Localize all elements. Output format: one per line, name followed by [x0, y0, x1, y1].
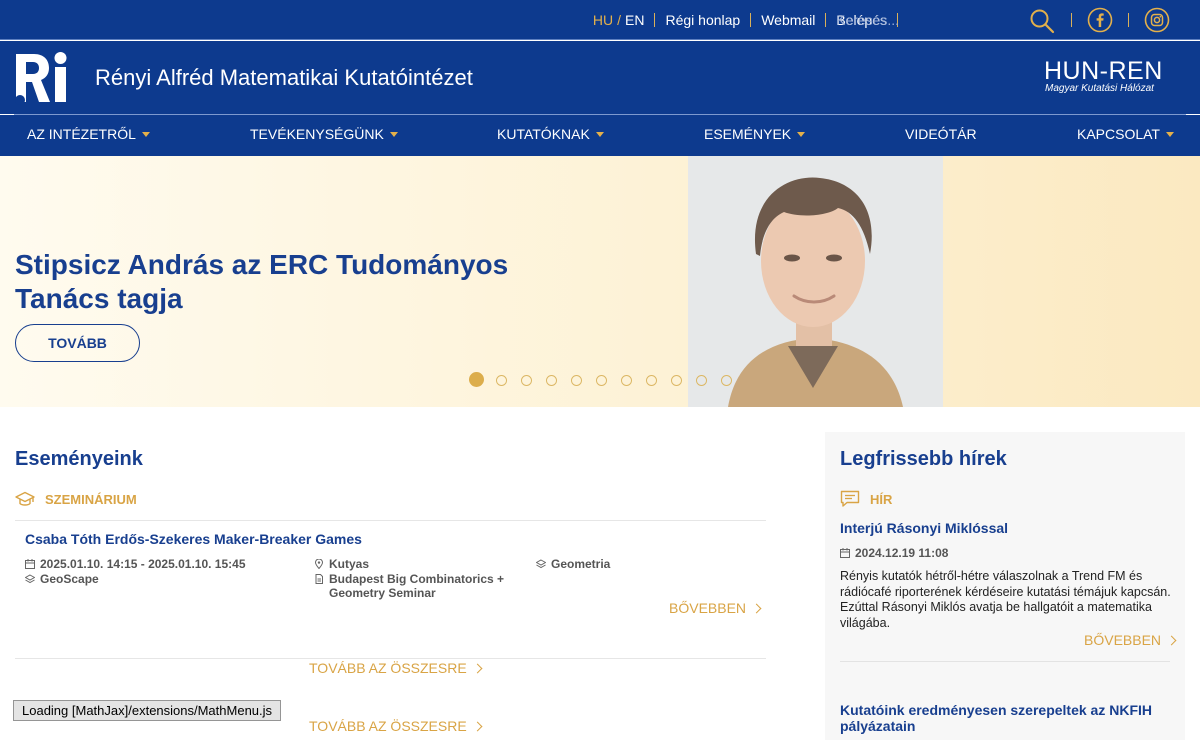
nav-item-for-researchers[interactable]: KUTATÓKNAK	[497, 115, 604, 156]
calendar-icon	[25, 559, 35, 569]
nav-item-events[interactable]: ESEMÉNYEK	[704, 115, 806, 156]
instagram-icon[interactable]	[1144, 7, 1170, 33]
news-item-title-link[interactable]: Interjú Rásonyi Miklóssal	[840, 520, 1008, 536]
calendar-icon	[840, 548, 850, 558]
top-link-separator	[825, 13, 827, 27]
seminar-category-label[interactable]: SZEMINÁRIUM	[45, 492, 137, 507]
nav-label: VIDEÓTÁR	[905, 126, 977, 142]
old-site-link[interactable]: Régi honlap	[665, 12, 740, 28]
event-series: Budapest Big Combinatorics + Geometry Se…	[314, 572, 524, 600]
all-events-label: TOVÁBB AZ ÖSSZESRE	[309, 660, 467, 676]
event-topic: Geometria	[536, 557, 736, 571]
caret-down-icon	[595, 132, 604, 137]
divider	[840, 661, 1170, 662]
events-section-title: Eseményeink	[15, 448, 143, 470]
event-topic-text: Geometria	[551, 557, 611, 571]
chat-bubble-icon	[840, 490, 860, 507]
main-nav: AZ INTÉZETRŐL TEVÉKENYSÉGÜNK KUTATÓKNAK …	[0, 115, 1200, 156]
event-more-label: BŐVEBBEN	[669, 600, 747, 616]
news-more-label: BŐVEBBEN	[1084, 632, 1162, 648]
news-category-label[interactable]: HÍR	[870, 492, 892, 507]
facebook-icon[interactable]	[1087, 7, 1113, 33]
hero-slider: Stipsicz András az ERC Tudományos Tanács…	[0, 156, 1200, 407]
news-item-excerpt: Rényis kutatók hétről-hétre válaszolnak …	[840, 569, 1171, 630]
event-series-text: Budapest Big Combinatorics + Geometry Se…	[329, 572, 505, 600]
search-icon[interactable]	[1029, 8, 1055, 34]
language-switcher: HU / EN	[593, 12, 645, 28]
slider-dot[interactable]	[696, 375, 707, 386]
news-item-date-text: 2024.12.19 11:08	[855, 546, 949, 560]
news-more-link[interactable]: BŐVEBBEN	[1084, 632, 1177, 648]
event-title-link[interactable]: Csaba Tóth Erdős-Szekeres Maker-Breaker …	[25, 531, 362, 547]
map-pin-icon	[314, 559, 324, 569]
hero-portrait-image	[688, 156, 943, 407]
chevron-right-icon	[472, 663, 483, 674]
slider-dot[interactable]	[546, 375, 557, 386]
nav-label: AZ INTÉZETRŐL	[27, 126, 136, 142]
chevron-right-icon	[1166, 635, 1177, 646]
top-bar: HU / EN Régi honlap Webmail Belépés Keresé…	[0, 0, 1200, 40]
slider-dot[interactable]	[671, 375, 682, 386]
slider-dot[interactable]	[646, 375, 657, 386]
divider	[15, 520, 766, 521]
event-location-text: Kutyas	[329, 557, 370, 571]
slider-dot[interactable]	[621, 375, 632, 386]
nav-label: KAPCSOLAT	[1077, 126, 1160, 142]
nav-label: TEVÉKENYSÉGÜNK	[250, 126, 384, 142]
slider-dot[interactable]	[469, 372, 484, 387]
all-events-link-secondary[interactable]: TOVÁBB AZ ÖSSZESRE	[309, 718, 483, 734]
hun-ren-subtitle: Magyar Kutatási Hálózat	[1045, 83, 1154, 94]
event-location: Kutyas	[314, 557, 524, 571]
graduation-cap-icon	[15, 491, 35, 506]
hero-headline[interactable]: Stipsicz András az ERC Tudományos Tanács…	[15, 248, 575, 316]
mathjax-loading-status: Loading [MathJax]/extensions/MathMenu.js	[13, 700, 282, 721]
news-section-title: Legfrissebb hírek	[840, 448, 1007, 470]
slider-dot[interactable]	[721, 375, 732, 386]
search-input[interactable]: Keresés...	[836, 0, 899, 40]
all-events-link[interactable]: TOVÁBB AZ ÖSSZESRE	[309, 660, 483, 676]
top-link-separator	[750, 13, 752, 27]
hun-ren-logo[interactable]: HUN-REN	[1044, 57, 1163, 86]
caret-down-icon	[1166, 132, 1174, 137]
lang-en-link[interactable]: EN	[625, 12, 644, 28]
slider-dot[interactable]	[521, 375, 532, 386]
icon-separator	[1071, 13, 1072, 27]
caret-down-icon	[389, 132, 398, 137]
caret-down-icon	[141, 132, 150, 137]
nav-item-contact[interactable]: KAPCSOLAT	[1077, 115, 1174, 156]
webmail-link[interactable]: Webmail	[761, 12, 815, 28]
news-item-date: 2024.12.19 11:08	[840, 546, 948, 560]
nav-item-video-library[interactable]: VIDEÓTÁR	[905, 115, 977, 156]
caret-down-icon	[797, 132, 806, 137]
icon-separator	[1128, 13, 1129, 27]
institute-logo-icon[interactable]	[14, 50, 70, 106]
hero-more-button[interactable]: TOVÁBB	[15, 324, 140, 362]
lang-separator: /	[617, 12, 622, 28]
news-item-title-link[interactable]: Kutatóink eredményesen szerepeltek az NK…	[840, 702, 1175, 734]
layers-icon	[25, 574, 35, 584]
layers-icon	[536, 559, 546, 569]
portrait-illustration	[688, 156, 943, 407]
chevron-right-icon	[472, 721, 483, 732]
all-events-label: TOVÁBB AZ ÖSSZESRE	[309, 718, 467, 734]
slider-dot[interactable]	[571, 375, 582, 386]
document-icon	[315, 574, 323, 584]
event-datetime-text: 2025.01.10. 14:15 - 2025.01.10. 15:45	[40, 557, 246, 571]
event-datetime: 2025.01.10. 14:15 - 2025.01.10. 15:45	[25, 557, 295, 571]
top-link-separator	[654, 13, 656, 27]
nav-item-activities[interactable]: TEVÉKENYSÉGÜNK	[250, 115, 398, 156]
nav-item-about[interactable]: AZ INTÉZETRŐL	[27, 115, 150, 156]
nav-label: KUTATÓKNAK	[497, 126, 590, 142]
nav-label: ESEMÉNYEK	[704, 126, 792, 142]
event-platform: GeoScape	[25, 572, 295, 586]
chevron-right-icon	[751, 603, 762, 614]
event-platform-text: GeoScape	[40, 572, 99, 586]
lang-hu-link[interactable]: HU	[593, 12, 613, 28]
divider	[15, 658, 766, 659]
slider-dot[interactable]	[596, 375, 607, 386]
slider-dot[interactable]	[496, 375, 507, 386]
institute-title[interactable]: Rényi Alfréd Matematikai Kutatóintézet	[95, 65, 473, 91]
event-more-link[interactable]: BŐVEBBEN	[669, 600, 762, 616]
brand-bar: Rényi Alfréd Matematikai Kutatóintézet H…	[0, 41, 1200, 114]
